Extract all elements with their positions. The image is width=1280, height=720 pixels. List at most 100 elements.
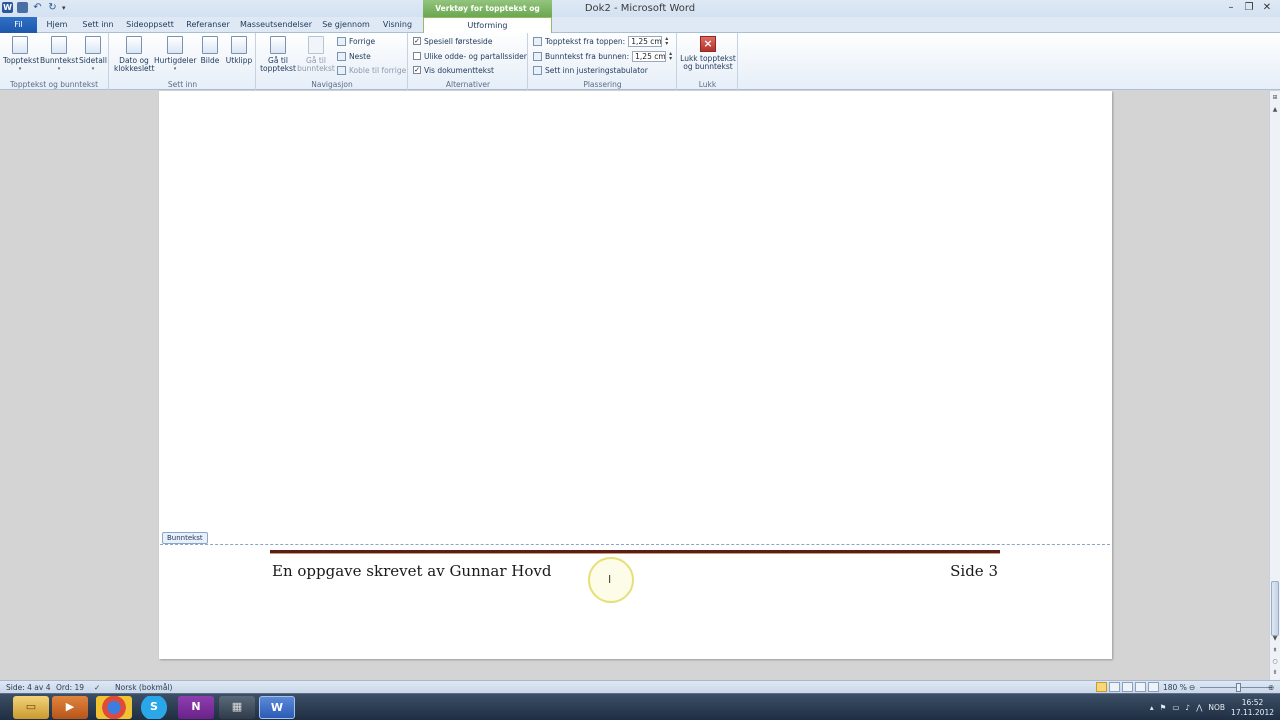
group-label: Plassering	[583, 80, 622, 89]
checkbox-unchecked[interactable]	[413, 52, 421, 60]
header-button[interactable]: Topptekst ▾	[3, 36, 39, 73]
link-previous-button[interactable]: Koble til forrige	[337, 64, 406, 76]
picture-button[interactable]: Bilde	[198, 36, 222, 65]
skype-taskbar-icon[interactable]: S	[136, 696, 172, 719]
network-icon[interactable]: ⋀	[1196, 703, 1202, 712]
word-taskbar-icon[interactable]: W	[259, 696, 295, 719]
dropdown-arrow-icon: ▾	[57, 66, 61, 72]
footer-from-bottom-input[interactable]: 1,25 cm	[632, 50, 667, 62]
tab-insert[interactable]: Sett inn	[80, 17, 116, 33]
monitor-icon[interactable]: ▭	[1172, 703, 1179, 712]
outline-icon[interactable]	[1135, 682, 1146, 692]
undo-icon[interactable]: ↶	[32, 2, 43, 13]
tab-mailings[interactable]: Masseutsendelser	[239, 17, 313, 33]
tab-references[interactable]: Referanser	[185, 17, 231, 33]
onenote-taskbar-icon[interactable]: N	[178, 696, 214, 719]
word-count[interactable]: Ord: 19	[56, 683, 84, 692]
language-indicator[interactable]: NOB	[1208, 703, 1225, 712]
footer-from-bottom-label: Bunntekst fra bunnen:	[545, 51, 630, 61]
header-from-top-input[interactable]: 1,25 cm	[628, 35, 663, 47]
clip-art-button[interactable]: Utklipp	[224, 36, 254, 65]
ribbon: Topptekst ▾ Bunntekst ▾ Sidetall ▾ Toppt…	[0, 33, 1280, 90]
quick-parts-button[interactable]: Hurtigdeler ▾	[154, 36, 196, 73]
header-from-top-label: Topptekst fra toppen:	[545, 36, 626, 46]
checkbox-checked[interactable]: ✓	[413, 66, 421, 74]
browse-object-icon[interactable]: ○	[1270, 657, 1280, 667]
close-button[interactable]: ✕	[1258, 0, 1276, 16]
different-first-page-label: Spesiell førsteside	[424, 36, 493, 46]
save-icon[interactable]	[17, 2, 28, 13]
header-position-icon	[533, 36, 542, 46]
print-layout-icon[interactable]	[1096, 682, 1107, 692]
tab-page-layout[interactable]: Sideoppsett	[124, 17, 176, 33]
ribbon-tabs: Fil Hjem Sett inn Sideoppsett Referanser…	[0, 17, 1280, 34]
spinner-icon[interactable]: ▴ ▾	[669, 51, 675, 62]
scroll-thumb[interactable]	[1271, 581, 1279, 636]
show-hidden-icons-icon[interactable]: ▴	[1150, 703, 1154, 712]
footer-boundary-line	[160, 544, 1110, 545]
snipping-tool-taskbar-icon[interactable]: ▦	[219, 696, 255, 719]
volume-icon[interactable]: ♪	[1185, 703, 1190, 712]
scroll-up-icon[interactable]: ▲	[1270, 105, 1280, 115]
chrome-taskbar-icon[interactable]	[96, 696, 132, 719]
odd-even-label: Ulike odde- og partallssider	[424, 51, 527, 61]
next-button[interactable]: Neste	[337, 50, 371, 62]
web-layout-icon[interactable]	[1122, 682, 1133, 692]
group-navigation: Gå til topptekst Gå til bunntekst Forrig…	[257, 33, 408, 90]
clock[interactable]: 16:52 17.11.2012	[1231, 698, 1274, 718]
insert-alignment-tab-button[interactable]: Sett inn justeringstabulator	[533, 64, 648, 76]
footer-button[interactable]: Bunntekst ▾	[40, 36, 78, 73]
close-header-footer-button[interactable]: × Lukk topptekst og bunntekst	[680, 36, 736, 71]
ruler-toggle-icon[interactable]: ⊞	[1270, 93, 1280, 103]
checkbox-checked[interactable]: ✓	[413, 37, 421, 45]
minimize-button[interactable]: –	[1222, 0, 1240, 16]
clock-date: 17.11.2012	[1231, 707, 1274, 717]
scroll-down-icon[interactable]: ▼	[1270, 634, 1280, 644]
tab-home[interactable]: Hjem	[43, 17, 71, 33]
group-insert: Dato og klokkeslett Hurtigdeler ▾ Bilde …	[110, 33, 256, 90]
zoom-out-icon[interactable]: ⊖	[1189, 683, 1195, 692]
tab-view[interactable]: Visning	[380, 17, 415, 33]
full-screen-icon[interactable]	[1109, 682, 1120, 692]
draft-icon[interactable]	[1148, 682, 1159, 692]
previous-button[interactable]: Forrige	[337, 35, 375, 47]
goto-footer-icon	[308, 36, 324, 54]
previous-page-icon[interactable]: ⇞	[1270, 646, 1280, 656]
redo-icon[interactable]: ↻	[47, 2, 58, 13]
document-area[interactable]: Bunntekst En oppgave skrevet av Gunnar H…	[0, 91, 1269, 680]
clock-time: 16:52	[1241, 697, 1264, 707]
different-first-page-checkbox[interactable]: ✓ Spesiell førsteside	[413, 35, 492, 47]
restore-button[interactable]: ❐	[1240, 0, 1258, 16]
media-player-taskbar-icon[interactable]: ▶	[52, 696, 88, 719]
contextual-tools-header: Verktøy for topptekst og bunntekst	[423, 0, 552, 31]
zoom-in-icon[interactable]: ⊕	[1268, 683, 1274, 692]
explorer-taskbar-icon[interactable]: ▭	[13, 696, 49, 719]
odd-even-checkbox[interactable]: Ulike odde- og partallssider	[413, 50, 527, 62]
show-document-text-checkbox[interactable]: ✓ Vis dokumenttekst	[413, 64, 494, 76]
vertical-scrollbar[interactable]: ⊞ ▲ ▼ ⇞ ○ ⇟	[1269, 91, 1280, 680]
word-app-icon[interactable]: W	[2, 2, 13, 13]
language[interactable]: Norsk (bokmål)	[115, 683, 172, 692]
customize-qat-icon[interactable]: ▾	[62, 4, 66, 12]
page-count[interactable]: Side: 4 av 4	[6, 683, 50, 692]
page-number-icon	[85, 36, 101, 54]
tab-review[interactable]: Se gjennom	[320, 17, 372, 33]
page-number-label: Sidetall	[79, 56, 107, 65]
spinner-icon[interactable]: ▴ ▾	[665, 36, 671, 47]
zoom-slider-knob[interactable]	[1236, 683, 1241, 692]
proofing-icon[interactable]: ✓	[94, 683, 100, 692]
calendar-icon	[126, 36, 142, 54]
next-page-icon[interactable]: ⇟	[1270, 668, 1280, 678]
tab-file[interactable]: Fil	[0, 17, 37, 33]
goto-header-button[interactable]: Gå til topptekst	[259, 36, 297, 73]
page-number-button[interactable]: Sidetall ▾	[79, 36, 107, 73]
insert-alignment-tab-label: Sett inn justeringstabulator	[545, 65, 648, 75]
zoom-level[interactable]: 180 %	[1163, 683, 1187, 692]
goto-footer-button[interactable]: Gå til bunntekst	[297, 36, 335, 73]
date-time-button[interactable]: Dato og klokkeslett	[114, 36, 155, 73]
footer-text[interactable]: En oppgave skrevet av Gunnar Hovd	[272, 562, 551, 580]
status-bar: Side: 4 av 4 Ord: 19 ✓ Norsk (bokmål) 18…	[0, 680, 1280, 693]
tab-design[interactable]: Utforming	[423, 17, 552, 34]
page-number[interactable]: Side 3	[930, 562, 998, 580]
flag-icon[interactable]: ⚑	[1160, 703, 1167, 712]
